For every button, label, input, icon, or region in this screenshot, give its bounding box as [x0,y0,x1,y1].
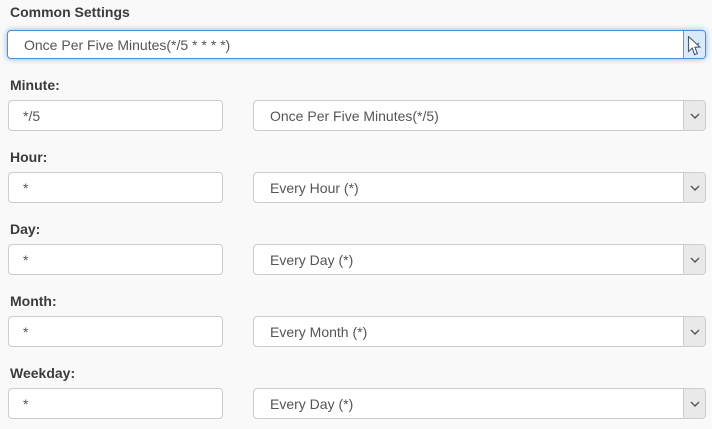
chevron-down-icon[interactable] [683,245,705,274]
chevron-down-icon[interactable] [683,317,705,346]
chevron-down-icon[interactable] [683,101,705,130]
day-input[interactable] [8,244,223,275]
minute-input[interactable] [8,100,223,131]
month-label: Month: [10,293,57,310]
day-label: Day: [10,221,40,238]
minute-preset-selected-value: Once Per Five Minutes(*/5) [254,108,683,124]
common-settings-label: Common Settings [10,4,130,21]
month-preset-selected-value: Every Month (*) [254,324,683,340]
minute-label: Minute: [10,77,60,94]
day-preset-select[interactable]: Every Day (*) [253,244,706,275]
day-preset-selected-value: Every Day (*) [254,252,683,268]
chevron-down-icon[interactable] [683,173,705,202]
hour-preset-selected-value: Every Hour (*) [254,180,683,196]
hour-preset-select[interactable]: Every Hour (*) [253,172,706,203]
month-preset-select[interactable]: Every Month (*) [253,316,706,347]
weekday-preset-selected-value: Every Day (*) [254,396,683,412]
chevron-down-icon[interactable] [683,389,705,418]
weekday-label: Weekday: [10,365,75,382]
common-settings-selected-value: Once Per Five Minutes(*/5 * * * *) [8,37,683,53]
hour-label: Hour: [10,149,47,166]
weekday-preset-select[interactable]: Every Day (*) [253,388,706,419]
month-input[interactable] [8,316,223,347]
common-settings-select[interactable]: Once Per Five Minutes(*/5 * * * *) [7,30,706,59]
hour-input[interactable] [8,172,223,203]
minute-preset-select[interactable]: Once Per Five Minutes(*/5) [253,100,706,131]
chevron-down-icon[interactable] [683,31,705,58]
weekday-input[interactable] [8,388,223,419]
